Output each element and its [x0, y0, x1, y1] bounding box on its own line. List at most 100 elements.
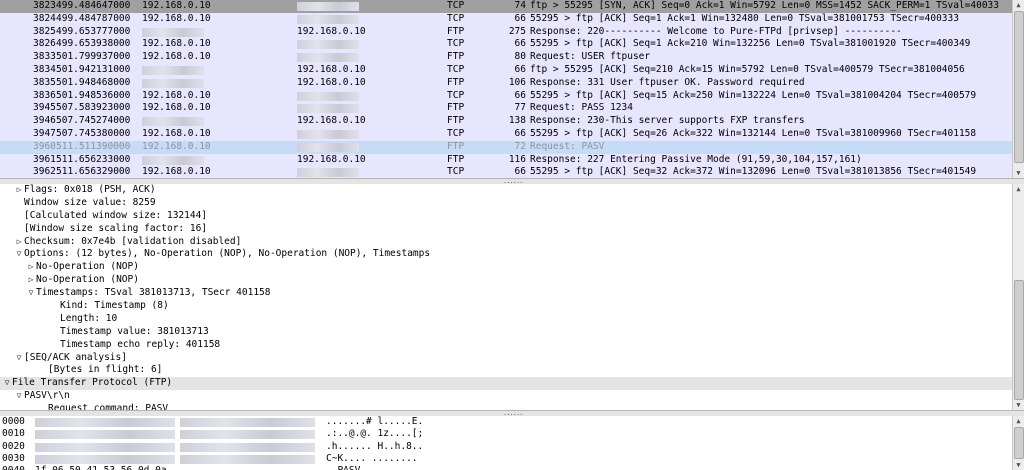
hex-offset: 0000 — [2, 416, 25, 427]
packet-row[interactable]: 3834 501.942131000 192.168.0.10 TCP 66 ftp > … — [0, 63, 1013, 77]
details-scrollbar[interactable]: ▲ ▼ — [1012, 184, 1024, 410]
scroll-up-arrow-icon[interactable]: ▲ — [1013, 416, 1024, 426]
packet-source: 192.168.0.10 — [142, 12, 211, 24]
packet-number: 3960 — [33, 140, 56, 152]
packet-info: Response: 220---------- Welcome to Pure-… — [530, 25, 902, 37]
hex-row[interactable]: 0020 .h...... H..h.8.. — [0, 441, 1013, 453]
expand-triangle-icon[interactable]: ▷ — [26, 274, 36, 287]
scroll-up-arrow-icon[interactable]: ▲ — [1013, 0, 1024, 10]
redacted-source — [142, 117, 204, 127]
packet-row[interactable]: 3835 501.948468000 192.168.0.10 FTP 106 Respo… — [0, 76, 1013, 90]
scroll-down-arrow-icon[interactable]: ▼ — [1013, 168, 1024, 178]
packet-length: 72 — [514, 140, 526, 152]
packet-source: 192.168.0.10 — [142, 0, 211, 11]
packet-info: Response: 227 Entering Passive Mode (91,… — [530, 153, 862, 165]
collapse-triangle-icon[interactable]: ▽ — [26, 287, 36, 300]
packet-row[interactable]: 3947 507.745380000 192.168.0.10 TCP 66 55295 … — [0, 127, 1013, 141]
collapse-triangle-icon[interactable]: ▽ — [2, 377, 12, 390]
packet-bytes-pane[interactable]: 0000 .......# l.....E. 0010 .:..@.@. 1z....… — [0, 416, 1013, 470]
detail-tree-item[interactable]: ▽ Options: (12 bytes), No-Operation (NOP)… — [0, 248, 1013, 261]
detail-tree-item[interactable]: ▷ No-Operation (NOP) — [0, 261, 1013, 274]
packet-row[interactable]: 3961 511.656233000 192.168.0.10 FTP 116 Respo… — [0, 153, 1013, 167]
hex-row[interactable]: 0040 1f 06 50 41 53 56 0d 0a ..PASV.. — [0, 465, 1013, 470]
detail-tree-item[interactable]: ▽ File Transfer Protocol (FTP) — [0, 377, 1013, 391]
packet-number: 3947 — [33, 127, 56, 139]
hex-bytes: 1f 06 50 41 53 56 0d 0a — [35, 465, 167, 470]
detail-tree-item[interactable]: Timestamp value: 381013713 — [0, 326, 1013, 339]
packet-protocol: TCP — [447, 127, 465, 139]
packet-length: 66 — [514, 89, 526, 101]
detail-tree-item[interactable]: Length: 10 — [0, 313, 1013, 326]
detail-tree-item[interactable]: ▷ Checksum: 0x7e4b [validation disabled] — [0, 236, 1013, 249]
packet-row[interactable]: 3960 511.511390000 192.168.0.10 FTP 72 Reques… — [0, 140, 1013, 154]
hex-row[interactable]: 0000 .......# l.....E. — [0, 416, 1013, 428]
collapse-triangle-icon[interactable]: ▽ — [14, 248, 24, 261]
packet-time: 511.656233000 — [56, 153, 131, 165]
scroll-up-arrow-icon[interactable]: ▲ — [1013, 184, 1024, 194]
collapse-triangle-icon[interactable]: ▽ — [14, 352, 24, 365]
packet-time: 501.948468000 — [56, 76, 131, 88]
scroll-down-arrow-icon[interactable]: ▼ — [1013, 400, 1024, 410]
detail-text: Request command: PASV — [48, 403, 169, 410]
hex-ascii: .:..@.@. 1z....[; — [326, 428, 424, 440]
redacted-destination — [297, 91, 359, 101]
packet-row[interactable]: 3836 501.948536000 192.168.0.10 TCP 66 55295 … — [0, 89, 1013, 103]
redacted-hex-bytes — [35, 430, 175, 440]
detail-tree-item[interactable]: ▽ PASV\r\n — [0, 390, 1013, 403]
packet-length: 66 — [514, 127, 526, 139]
detail-tree-item[interactable]: ▽ Timestamps: TSval 381013713, TSecr 4011… — [0, 287, 1013, 300]
detail-tree-item[interactable]: ▽ [SEQ/ACK analysis] — [0, 352, 1013, 365]
packet-details-tree[interactable]: ▷ Flags: 0x018 (PSH, ACK) Window size valu… — [0, 184, 1013, 410]
hex-ascii: .h...... H..h.8.. — [326, 440, 424, 452]
packet-destination: 192.168.0.10 — [297, 76, 366, 88]
packet-time: 501.948536000 — [56, 89, 131, 101]
redacted-hex-bytes — [180, 442, 315, 452]
packet-protocol: FTP — [447, 25, 465, 37]
packet-destination: 192.168.0.10 — [297, 25, 366, 37]
detail-text: Flags: 0x018 (PSH, ACK) — [24, 184, 156, 195]
detail-text: Checksum: 0x7e4b [validation disabled] — [24, 235, 242, 247]
collapse-triangle-icon[interactable]: ▽ — [14, 390, 24, 403]
packet-destination: 192.168.0.10 — [297, 153, 366, 165]
packet-info: ftp > 55295 [ACK] Seq=210 Ack=15 Win=579… — [530, 63, 965, 75]
hex-scrollbar[interactable]: ▲ ▼ — [1012, 416, 1024, 470]
detail-tree-item[interactable]: Window size value: 8259 — [0, 197, 1013, 210]
redacted-hex-bytes — [180, 430, 315, 440]
packet-row[interactable]: 3825 499.653777000 192.168.0.10 FTP 275 Respo… — [0, 25, 1013, 39]
expand-triangle-icon[interactable]: ▷ — [14, 236, 24, 249]
packet-row[interactable]: 3824 499.484787000 192.168.0.10 TCP 66 55295 … — [0, 12, 1013, 26]
packet-info: 55295 > ftp [ACK] Seq=15 Ack=250 Win=132… — [530, 89, 977, 101]
packet-time: 511.656329000 — [56, 166, 131, 178]
detail-tree-item[interactable]: Timestamp echo reply: 401158 — [0, 339, 1013, 352]
hex-row[interactable]: 0010 .:..@.@. 1z....[; — [0, 428, 1013, 440]
packet-number: 3834 — [33, 63, 56, 75]
hex-offset: 0010 — [2, 428, 25, 440]
packet-list-scrollbar[interactable]: ▲ ▼ — [1012, 0, 1024, 178]
detail-tree-item[interactable]: [Bytes in flight: 6] — [0, 364, 1013, 377]
detail-tree-item[interactable]: [Calculated window size: 132144] — [0, 210, 1013, 223]
details-scroll-thumb[interactable] — [1014, 280, 1024, 400]
packet-row[interactable]: 3826 499.653938000 192.168.0.10 TCP 66 55295 … — [0, 38, 1013, 52]
packet-list[interactable]: 3823 499.484647000 192.168.0.10 TCP 74 ftp > … — [0, 0, 1013, 178]
packet-row[interactable]: 3823 499.484647000 192.168.0.10 TCP 74 ftp > … — [0, 0, 1013, 13]
detail-text: Timestamp value: 381013713 — [60, 325, 209, 337]
packet-list-scroll-thumb[interactable] — [1014, 11, 1024, 163]
expand-triangle-icon[interactable]: ▷ — [14, 184, 24, 197]
hex-scroll-thumb[interactable] — [1014, 427, 1024, 459]
detail-tree-item[interactable]: Kind: Timestamp (8) — [0, 300, 1013, 313]
hex-ascii: .......# l.....E. — [326, 416, 424, 427]
redacted-hex-bytes — [35, 454, 175, 464]
detail-tree-item[interactable]: ▷ No-Operation (NOP) — [0, 274, 1013, 287]
packet-row[interactable]: 3946 507.745274000 192.168.0.10 FTP 138 Respo… — [0, 115, 1013, 128]
hex-row[interactable]: 0030 C~K.... ........ — [0, 453, 1013, 465]
expand-triangle-icon[interactable]: ▷ — [26, 261, 36, 274]
detail-tree-item[interactable]: [Window size scaling factor: 16] — [0, 223, 1013, 236]
packet-info: ftp > 55295 [SYN, ACK] Seq=0 Ack=1 Win=5… — [530, 0, 999, 11]
detail-tree-item[interactable]: ▷ Flags: 0x018 (PSH, ACK) — [0, 184, 1013, 197]
packet-protocol: FTP — [447, 140, 465, 152]
detail-text: [SEQ/ACK analysis] — [24, 351, 127, 363]
packet-row[interactable]: 3833 501.799937000 192.168.0.10 FTP 80 Reques… — [0, 51, 1013, 64]
scroll-down-arrow-icon[interactable]: ▼ — [1013, 460, 1024, 470]
packet-row[interactable]: 3945 507.583923000 192.168.0.10 FTP 77 Reques… — [0, 102, 1013, 116]
packet-protocol: FTP — [447, 76, 465, 88]
